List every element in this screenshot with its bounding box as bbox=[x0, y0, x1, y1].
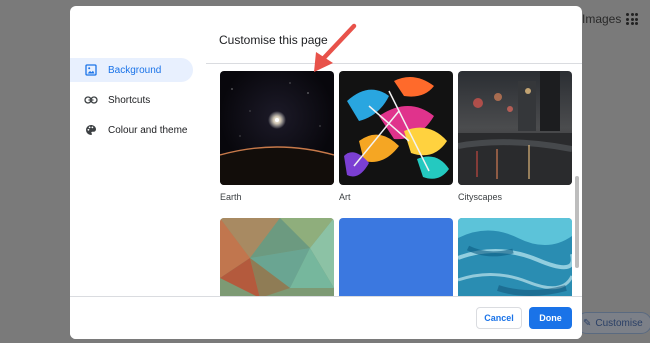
collection-tile-cityscapes[interactable] bbox=[458, 71, 572, 185]
annotation-arrow-icon bbox=[314, 23, 357, 72]
collection-tile-art[interactable] bbox=[339, 71, 453, 185]
collections-grid: Earth Art Cityscapes bbox=[206, 64, 582, 296]
collection-tile-geometric[interactable] bbox=[220, 218, 334, 296]
sidebar-item-label: Shortcuts bbox=[108, 94, 151, 106]
sidebar-item-background[interactable]: Background bbox=[70, 58, 193, 82]
collection-label-art: Art bbox=[339, 192, 351, 202]
collection-tile-solid-colours[interactable] bbox=[339, 218, 453, 296]
customise-button: ✎ Customise bbox=[576, 312, 650, 334]
palette-icon bbox=[84, 123, 98, 137]
collection-label-earth: Earth bbox=[220, 192, 242, 202]
collection-label-cityscapes: Cityscapes bbox=[458, 192, 503, 202]
collection-tile-earth[interactable] bbox=[220, 71, 334, 185]
sidebar-item-label: Colour and theme bbox=[108, 124, 188, 136]
scrollbar[interactable] bbox=[575, 176, 579, 268]
link-icon bbox=[84, 93, 98, 107]
sidebar: Background Shortcuts Colour and theme bbox=[70, 58, 206, 148]
apps-grid-icon bbox=[626, 13, 638, 25]
sidebar-item-label: Background bbox=[108, 64, 162, 76]
sidebar-item-shortcuts[interactable]: Shortcuts bbox=[70, 88, 193, 112]
dialog-footer: Cancel Done bbox=[70, 296, 582, 339]
done-button[interactable]: Done bbox=[529, 307, 572, 329]
collection-tile-seascapes[interactable] bbox=[458, 218, 572, 296]
pencil-icon: ✎ bbox=[583, 317, 592, 329]
image-icon bbox=[84, 63, 98, 77]
cancel-button[interactable]: Cancel bbox=[476, 307, 522, 329]
images-link: Images bbox=[582, 12, 622, 26]
customise-label: Customise bbox=[595, 317, 643, 329]
sidebar-item-colour-and-theme[interactable]: Colour and theme bbox=[70, 118, 193, 142]
